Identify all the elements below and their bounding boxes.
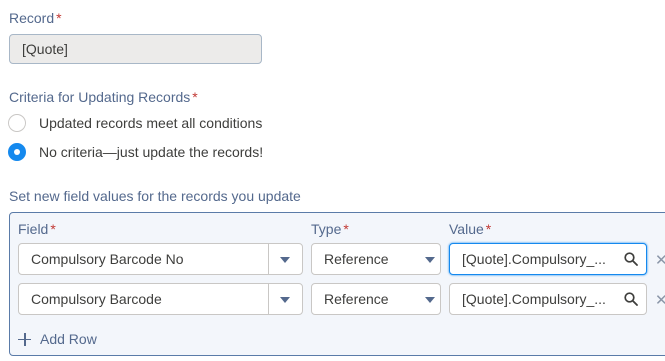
required-mark: * [50,221,56,237]
value-input-text: [Quote].Compulsory_... [462,251,606,267]
type-select-value: Reference [324,251,389,267]
required-mark: * [485,221,492,237]
chevron-down-icon[interactable] [425,257,435,263]
divider [268,284,269,314]
value-input[interactable]: [Quote].Compulsory_... [449,283,647,315]
field-select[interactable]: Compulsory Barcode [18,283,303,315]
add-icon [18,332,31,346]
add-row-label: Add Row [40,331,97,347]
value-input[interactable]: [Quote].Compulsory_... [449,243,647,275]
field-select-value: Compulsory Barcode No [31,251,184,267]
required-mark: * [343,221,349,237]
record-input[interactable]: [Quote] [9,34,262,64]
search-icon[interactable] [624,292,638,306]
value-input-text: [Quote].Compulsory_... [462,291,606,307]
column-header-type: Type * [311,221,349,237]
required-mark: * [56,10,62,26]
type-select[interactable]: Reference [311,243,441,275]
criteria-label: Criteria for Updating Records * [9,89,198,105]
type-select[interactable]: Reference [311,283,441,315]
radio-button[interactable] [8,114,26,132]
radio-button-selected[interactable] [8,143,26,161]
column-header-text: Field [18,221,49,237]
close-icon[interactable]: ✕ [655,251,665,269]
chevron-down-icon[interactable] [425,297,435,303]
close-icon[interactable]: ✕ [655,291,665,309]
radio-label: Updated records meet all conditions [39,115,263,131]
add-row-button[interactable]: Add Row [18,330,97,348]
column-header-text: Value [449,221,484,237]
criteria-label-text: Criteria for Updating Records [9,89,191,105]
divider [268,244,269,274]
column-header-text: Type [311,221,342,237]
chevron-down-icon[interactable] [280,257,290,263]
radio-label: No criteria—just update the records! [39,144,264,160]
chevron-down-icon[interactable] [280,297,290,303]
column-header-value: Value * [449,221,491,237]
criteria-option-no-criteria[interactable]: No criteria—just update the records! [8,142,263,162]
field-select-value: Compulsory Barcode [31,291,162,307]
column-header-field: Field * [18,221,56,237]
record-label-text: Record [9,10,55,26]
field-values-section-label: Set new field values for the records you… [9,188,301,204]
search-icon[interactable] [624,252,638,266]
field-select[interactable]: Compulsory Barcode No [18,243,303,275]
type-select-value: Reference [324,291,389,307]
required-mark: * [192,89,198,105]
record-label: Record * [9,10,62,26]
criteria-option-conditions[interactable]: Updated records meet all conditions [8,113,262,133]
